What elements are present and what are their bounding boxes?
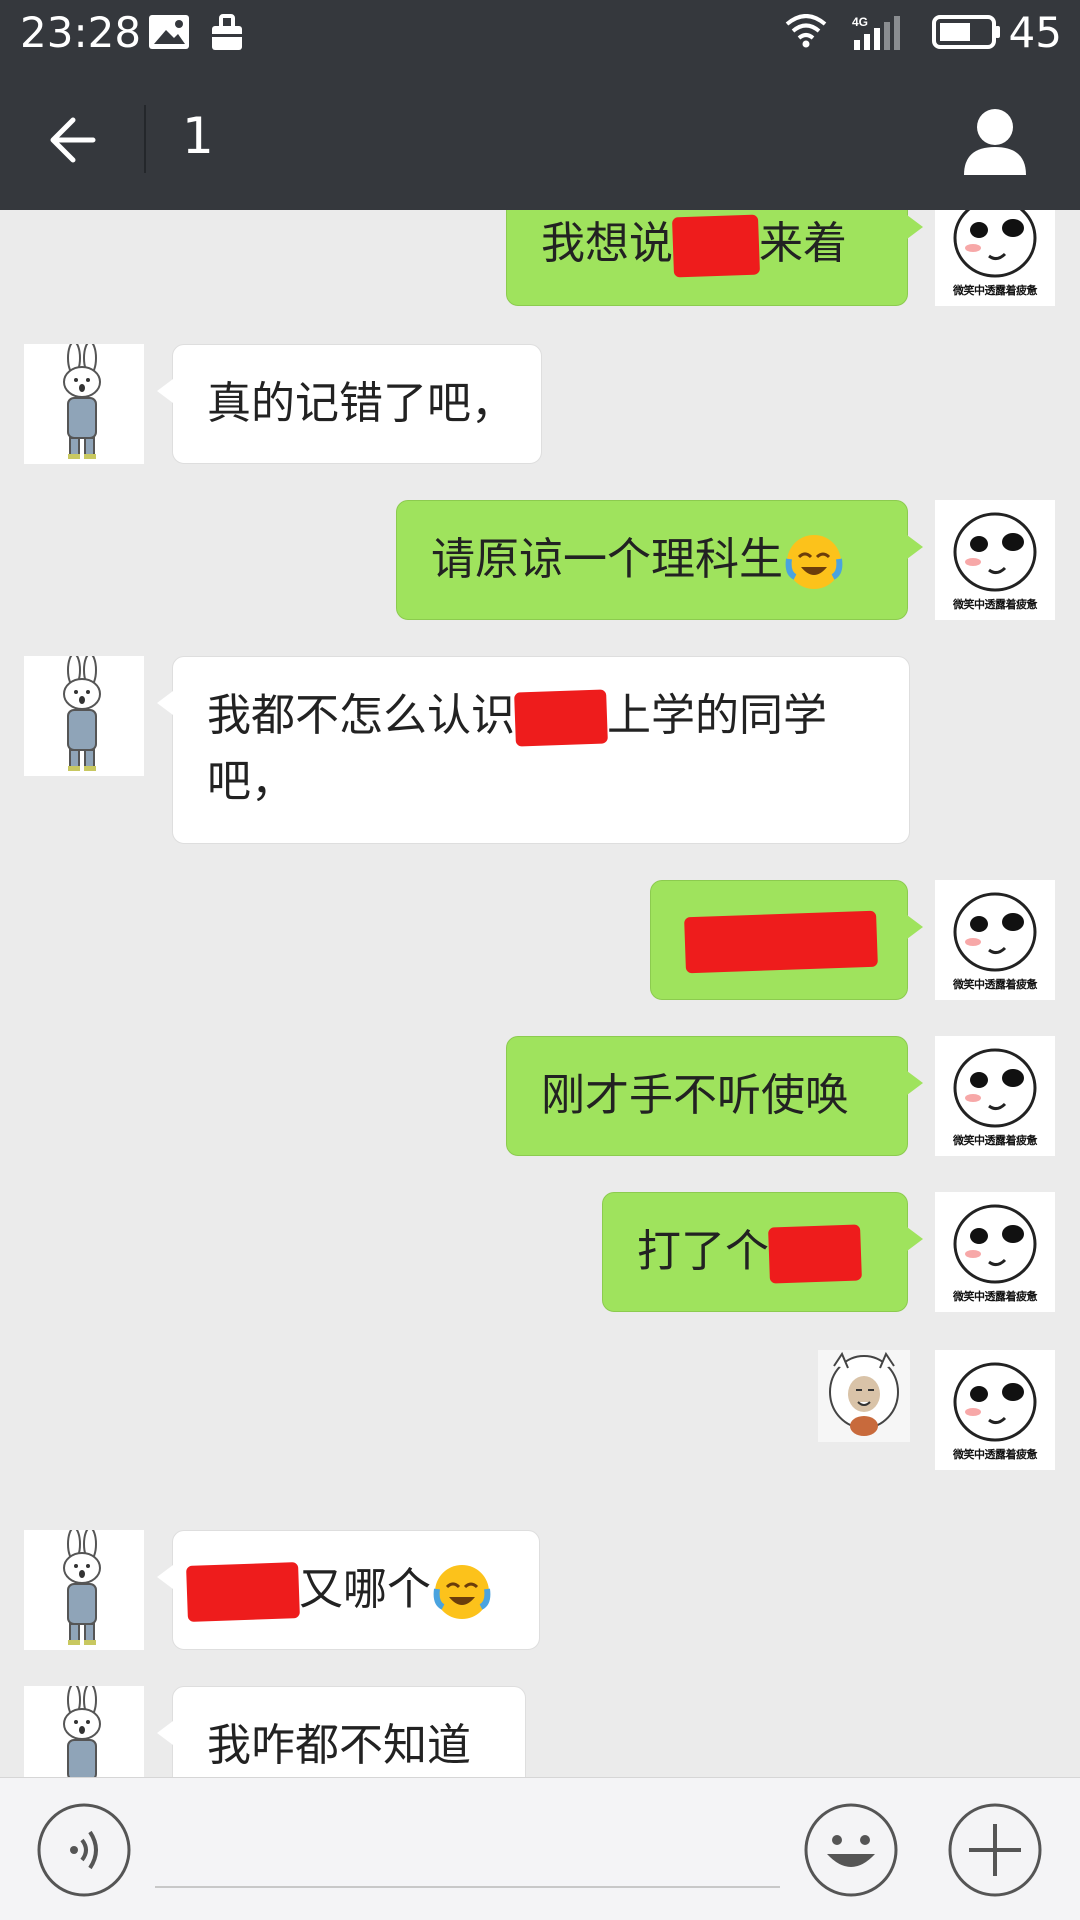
message-bubble-sent[interactable]: [650, 880, 923, 1000]
redaction-mark: [671, 214, 761, 278]
meme-face-sticker-icon: [829, 1351, 899, 1436]
friend-avatar[interactable]: [24, 1530, 144, 1650]
laughing-crying-emoji-icon: [785, 535, 843, 589]
avatar-caption: 微笑中透露着疲惫: [953, 598, 1038, 611]
message-bubble-received[interactable]: 真的记错了吧，: [157, 344, 542, 464]
redaction-mark: [514, 689, 608, 747]
message-text: 我都不怎么认识: [207, 690, 515, 741]
avatar-caption: 微笑中透露着疲惫: [953, 284, 1038, 297]
message-text: 我咋都不知道: [207, 1720, 471, 1771]
briefcase-notification-icon: [212, 14, 242, 50]
emoji-button-icon[interactable]: [803, 1802, 899, 1898]
voice-input-icon[interactable]: [36, 1802, 132, 1898]
avatar-caption: 微笑中透露着疲惫: [953, 978, 1038, 991]
meme-sticker[interactable]: [818, 1350, 910, 1442]
laughing-crying-emoji-icon: [433, 1565, 491, 1619]
gallery-notification-icon: [149, 15, 189, 49]
message-bubble-received[interactable]: 我都不怎么认识 上学的同学吧，: [157, 656, 910, 844]
back-arrow-icon[interactable]: [45, 110, 105, 170]
message-bubble-received[interactable]: 我咋都不知道: [157, 1686, 526, 1777]
message-text: 打了个: [637, 1226, 769, 1277]
my-avatar[interactable]: 微笑中透露着疲惫: [935, 880, 1055, 1000]
my-avatar[interactable]: 微笑中透露着疲惫: [935, 210, 1055, 306]
message-text: 真的记错了吧，: [207, 378, 515, 429]
bunny-avatar-icon: [63, 344, 101, 459]
wifi-icon: [785, 14, 827, 48]
my-avatar[interactable]: 微笑中透露着疲惫: [935, 1036, 1055, 1156]
bunny-avatar-icon: [63, 656, 101, 771]
status-bar: 23:28 4G 45: [0, 0, 1080, 65]
message-text: 刚才手不听使唤: [541, 1070, 849, 1121]
battery-icon: [932, 15, 1000, 49]
profile-icon[interactable]: [960, 105, 1030, 177]
message-input[interactable]: [155, 1818, 780, 1888]
signal-4g-icon: 4G: [852, 15, 900, 50]
message-list[interactable]: 我想说 来着 微笑中透露着疲惫 真的记错了吧， 请原谅一个理科生 微笑中透露着疲…: [0, 210, 1080, 1777]
redaction-mark: [768, 1224, 862, 1284]
friend-avatar[interactable]: [24, 656, 144, 776]
message-bubble-received[interactable]: 又哪个: [157, 1530, 540, 1650]
input-bar: [0, 1777, 1080, 1920]
my-avatar[interactable]: 微笑中透露着疲惫: [935, 1350, 1055, 1470]
avatar-caption: 微笑中透露着疲惫: [953, 1448, 1038, 1461]
my-avatar[interactable]: 微笑中透露着疲惫: [935, 1192, 1055, 1312]
chat-header: 1: [0, 65, 1080, 210]
message-text: 请原谅一个理科生: [431, 534, 783, 585]
avatar-caption: 微笑中透露着疲惫: [953, 1134, 1038, 1147]
my-avatar[interactable]: 微笑中透露着疲惫: [935, 500, 1055, 620]
redaction-mark: [186, 1562, 300, 1622]
status-time: 23:28: [20, 8, 142, 57]
bunny-avatar-icon: [63, 1530, 101, 1645]
message-text: 又哪个: [299, 1564, 431, 1615]
avatar-caption: 微笑中透露着疲惫: [953, 1290, 1038, 1303]
friend-avatar[interactable]: [24, 344, 144, 464]
network-type-label: 4G: [852, 15, 868, 29]
message-bubble-sent[interactable]: 打了个: [602, 1192, 923, 1312]
more-options-plus-icon[interactable]: [947, 1802, 1043, 1898]
header-divider: [144, 105, 146, 173]
message-text: 我想说: [541, 218, 673, 269]
battery-percent: 45: [1008, 8, 1062, 57]
friend-avatar[interactable]: [24, 1686, 144, 1777]
chat-title: 1: [182, 107, 214, 165]
message-text: 来着: [759, 218, 847, 269]
message-bubble-sent[interactable]: 请原谅一个理科生: [396, 500, 923, 620]
bunny-avatar-icon: [63, 1686, 101, 1777]
message-bubble-sent[interactable]: 我想说 来着: [506, 210, 923, 306]
redaction-mark: [684, 910, 878, 974]
message-bubble-sent[interactable]: 刚才手不听使唤: [506, 1036, 923, 1156]
